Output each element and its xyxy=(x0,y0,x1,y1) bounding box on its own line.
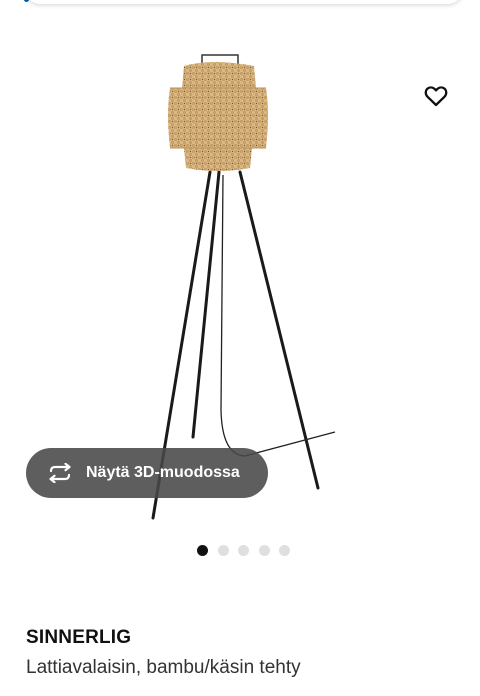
favourite-button[interactable] xyxy=(414,74,458,118)
view-3d-button[interactable]: Näytä 3D-muodossa xyxy=(26,448,268,498)
heart-outline-icon xyxy=(424,86,448,107)
carousel-dot-4[interactable] xyxy=(258,545,270,556)
product-name: SINNERLIG xyxy=(26,627,132,648)
search-bar[interactable] xyxy=(24,0,464,4)
carousel-indicator xyxy=(197,545,300,556)
view-3d-label: Näytä 3D-muodossa xyxy=(86,464,240,481)
carousel-dot-2[interactable] xyxy=(217,545,229,556)
rotate-3d-icon xyxy=(46,461,74,485)
product-description: Lattiavalaisin, bambu/käsin tehty xyxy=(26,657,301,678)
carousel-dot-3[interactable] xyxy=(238,545,249,556)
search-bar-accent xyxy=(24,0,29,2)
carousel-dot-1[interactable] xyxy=(197,545,208,556)
carousel-dot-5[interactable] xyxy=(279,545,290,556)
